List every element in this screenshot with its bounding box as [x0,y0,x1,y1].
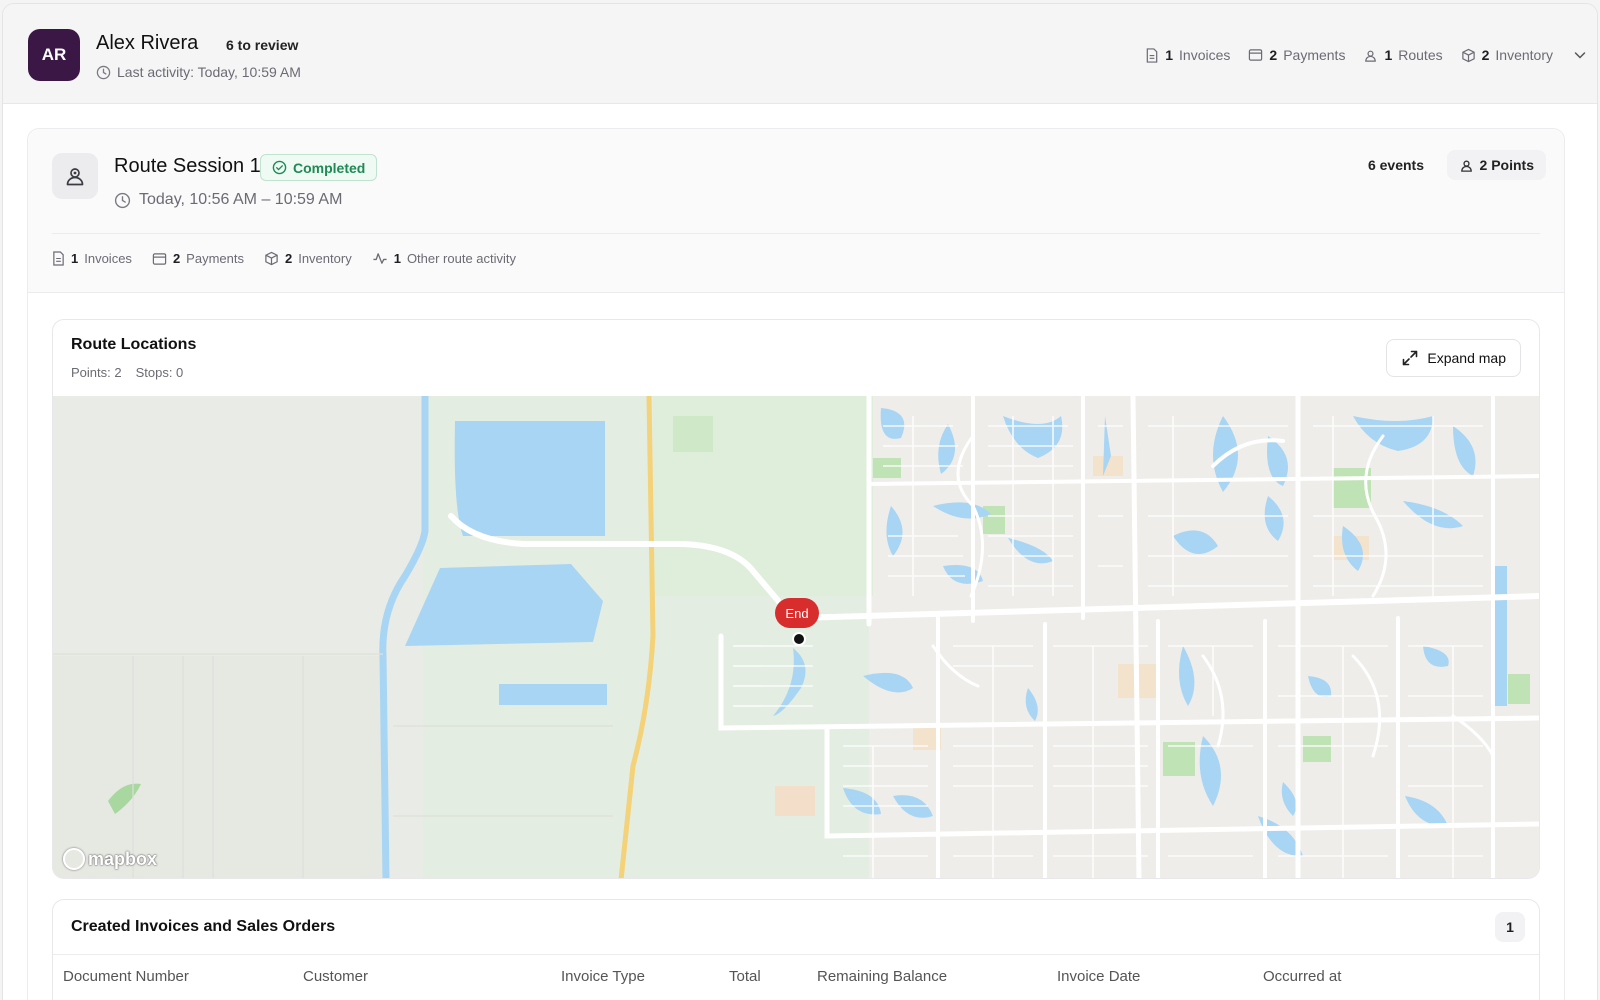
session-time-text: Today, 10:56 AM – 10:59 AM [139,191,343,208]
end-marker-point [792,632,806,646]
status-badge: Completed [260,154,378,181]
mapbox-logo[interactable]: mapbox [63,848,157,870]
points-text: 2 Points [1479,157,1534,173]
summary-count: 2 [1269,47,1278,63]
points-pill: 2 Points [1446,150,1546,180]
summary-label: Invoices [1179,47,1231,63]
payment-icon [152,252,167,265]
column-header-invoice-type[interactable]: Invoice Type [561,968,645,985]
status-text: Completed [293,159,366,176]
column-header-remaining-balance[interactable]: Remaining Balance [817,968,947,985]
clock-icon [96,65,111,79]
map-meta: Points: 2 Stops: 0 [71,365,183,380]
end-marker[interactable]: End [775,598,819,646]
package-icon [265,251,278,266]
stat-label: Other route activity [406,251,517,266]
map-canvas[interactable]: End mapbox [53,396,1539,878]
payment-icon [1249,49,1263,61]
session-time: Today, 10:56 AM – 10:59 AM [114,191,342,209]
summary-inventory: 2 Inventory [1461,47,1553,63]
column-header-invoice-date[interactable]: Invoice Date [1057,968,1140,985]
stat-count: 2 [284,251,293,266]
summary-payments: 2 Payments [1248,47,1345,63]
stat-label: Payments [186,251,244,266]
summary-count: 2 [1481,47,1490,63]
column-header-document-number[interactable]: Document Number [63,968,189,985]
created-invoices-panel: Created Invoices and Sales Orders 1 Docu… [52,899,1540,1000]
user-name: Alex Rivera [96,32,199,54]
summary-label: Inventory [1495,47,1553,63]
summary-count: 1 [1165,47,1174,63]
activity-icon [373,253,387,264]
mapbox-logo-icon [63,848,85,870]
stat-inventory: 2 Inventory [264,251,352,266]
session-title: Route Session 1 [114,155,261,177]
mapbox-logo-text: mapbox [88,848,158,869]
clock-icon [114,192,131,208]
column-header-customer[interactable]: Customer [303,968,368,985]
expand-icon [1403,350,1418,366]
route-icon [1460,160,1472,172]
review-count-badge: 6 to review [226,37,299,53]
map-title: Route Locations [71,336,197,353]
document-icon [1146,47,1158,63]
summary-count: 1 [1384,47,1393,63]
route-icon [66,168,84,186]
column-header-occurred-at[interactable]: Occurred at [1263,968,1341,985]
chevron-down-icon[interactable] [1573,48,1587,62]
package-icon [1461,48,1475,62]
stat-payments: 2 Payments [152,251,244,266]
session-stats: 1 Invoices 2 Payments 2 Inventory 1 Othe… [52,251,516,266]
last-activity: Last activity: Today, 10:59 AM [96,64,301,80]
route-session-card: Route Session 1 Completed Today, 10:56 A… [27,128,1565,1000]
stat-other-activity: 1 Other route activity [372,251,516,266]
points-count: Points: 2 [71,365,122,380]
invoices-count-badge: 1 [1495,912,1525,942]
stat-count: 1 [71,251,79,266]
summary-invoices: 1 Invoices [1145,47,1230,63]
stops-count: Stops: 0 [135,365,184,380]
document-icon [53,251,64,266]
summary-label: Payments [1283,47,1346,63]
end-marker-label: End [775,598,819,628]
user-header[interactable]: AR Alex Rivera 6 to review Last activity… [3,4,1597,104]
stat-count: 1 [393,251,401,266]
last-activity-text: Last activity: Today, 10:59 AM [117,64,301,80]
events-count: 6 events [1367,157,1424,173]
divider [52,233,1540,234]
stat-invoices: 1 Invoices [52,251,132,266]
summary-routes: 1 Routes [1363,47,1443,63]
divider [53,954,1539,955]
review-panel: AR Alex Rivera 6 to review Last activity… [2,3,1598,1000]
stat-count: 2 [172,251,181,266]
check-circle-icon [272,160,287,175]
column-header-total[interactable]: Total [729,968,761,985]
route-locations-panel: Route Locations Points: 2 Stops: 0 Expan… [52,319,1540,879]
activity-summary: 1 Invoices 2 Payments 1 Routes 2 Invento… [1145,47,1587,63]
invoices-section-title: Created Invoices and Sales Orders [71,918,336,935]
stat-label: Inventory [298,251,352,266]
avatar: AR [28,29,80,81]
expand-map-label: Expand map [1427,350,1506,366]
route-icon [1365,50,1377,62]
summary-label: Routes [1398,47,1443,63]
expand-map-button[interactable]: Expand map [1386,339,1521,377]
session-icon-box [52,153,98,199]
stat-label: Invoices [84,251,132,266]
session-header[interactable]: Route Session 1 Completed Today, 10:56 A… [28,129,1564,293]
